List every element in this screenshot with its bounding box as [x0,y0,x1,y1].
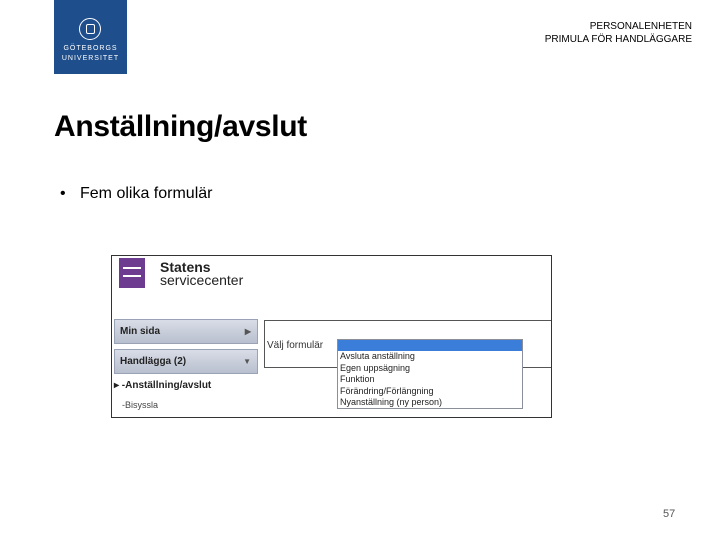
university-logo: GÖTEBORGS UNIVERSITET [54,0,127,74]
university-seal-icon [79,18,101,40]
header-text: PERSONALENHETEN PRIMULA FÖR HANDLÄGGARE [545,20,692,46]
menu-item-label: Min sida [120,326,161,337]
header-line-1: PERSONALENHETEN [589,21,692,32]
bullet-text: Fem olika formulär [80,185,213,202]
form-frame-top-line [264,320,551,321]
arrow-down-icon: ▼ [243,357,251,366]
logo-line-1: GÖTEBORGS [63,45,118,52]
submenu-item-bisyssla[interactable]: -Bisyssla [122,400,158,410]
page-number: 57 [663,508,676,520]
logo-line-2: UNIVERSITET [61,55,120,62]
dropdown-option[interactable]: Nyanställning (ny person) [338,397,522,409]
submenu-item-label: Anställning/avslut [125,380,212,391]
dropdown-option[interactable]: Egen uppsägning [338,363,522,375]
form-frame-left-line [264,320,265,367]
submenu-item-anstallning-avslut[interactable]: ▸ -Anställning/avslut [114,380,211,391]
embedded-screenshot: Statens servicecenter Min sida ▶ Handläg… [111,255,552,418]
brand-line-2: servicecenter [160,272,244,288]
ssc-brand-name: Statens servicecenter [160,260,244,288]
form-select-label: Välj formulär [267,340,324,351]
dropdown-option[interactable]: Funktion [338,374,522,386]
submenu-item-label: Bisyssla [125,400,159,410]
bullet-dot-icon: • [60,185,66,202]
menu-item-handlagga[interactable]: Handlägga (2) ▼ [114,349,258,374]
header-line-2: PRIMULA FÖR HANDLÄGGARE [544,34,692,45]
dropdown-option[interactable]: Förändring/Förlängning [338,386,522,398]
menu-item-min-sida[interactable]: Min sida ▶ [114,319,258,344]
arrow-right-icon: ▶ [244,327,251,336]
form-type-dropdown[interactable]: Avsluta anställning Egen uppsägning Funk… [337,339,523,409]
dropdown-selected-value[interactable] [338,340,522,351]
ssc-crown-logo-icon [119,258,145,288]
menu-item-label: Handlägga (2) [120,356,187,367]
bullet-item: • Fem olika formulär [60,185,212,203]
slide-title: Anställning/avslut [54,110,307,143]
pointer-arrow-icon: ▸ - [114,380,126,391]
dropdown-option[interactable]: Avsluta anställning [338,351,522,363]
